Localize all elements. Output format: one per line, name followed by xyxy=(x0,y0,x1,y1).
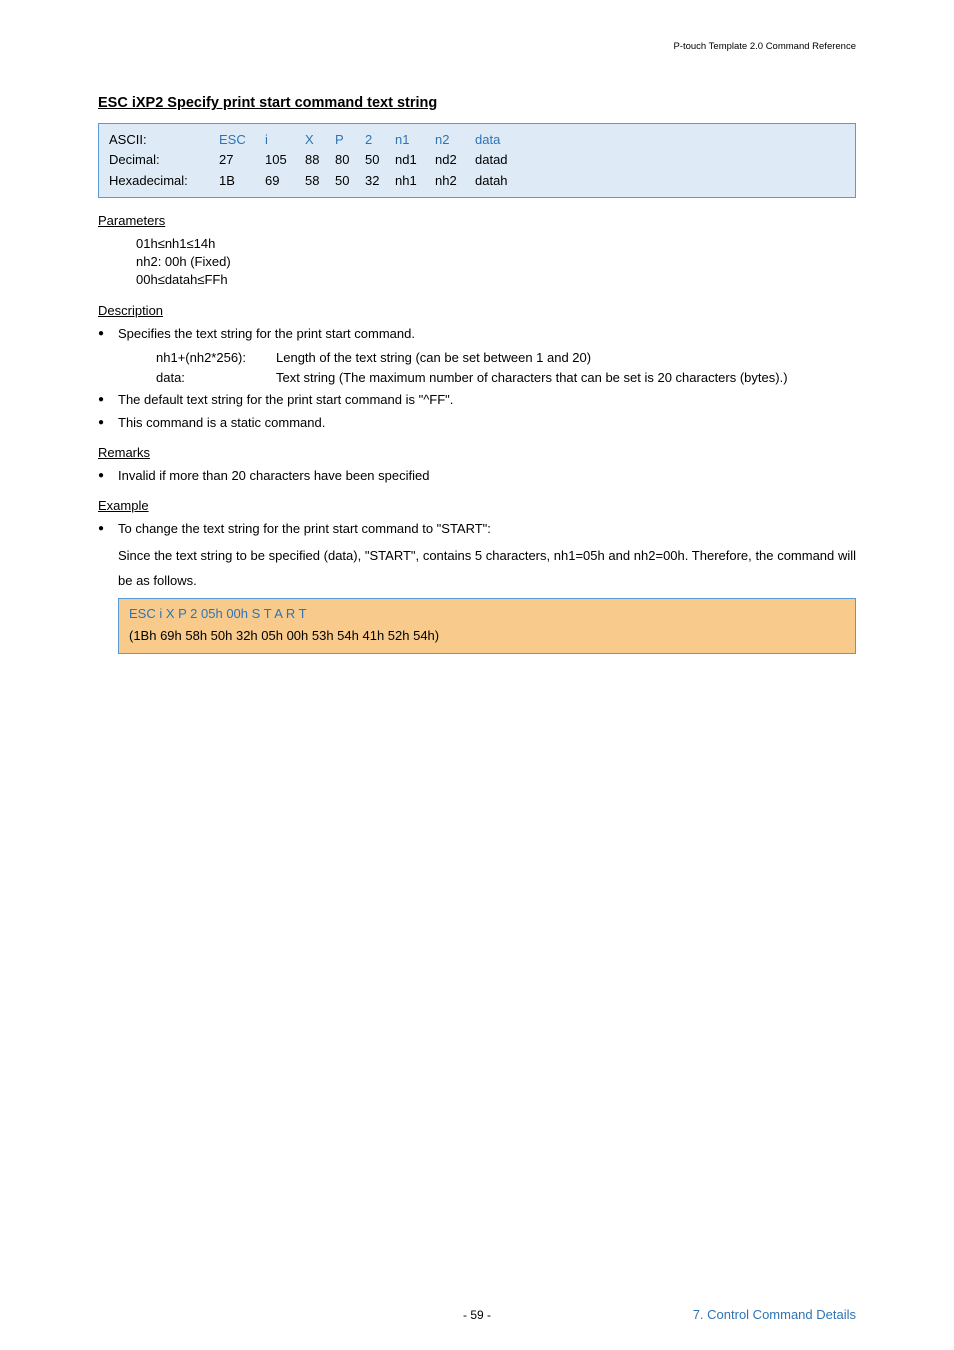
code-cell: 1B xyxy=(219,171,265,191)
code-cell: ESC xyxy=(219,130,265,150)
page-title: ESC iXP2 Specify print start command tex… xyxy=(98,93,856,113)
example-box-line2: (1Bh 69h 58h 50h 32h 05h 00h 53h 54h 41h… xyxy=(129,628,439,643)
code-cell: 69 xyxy=(265,171,305,191)
code-cell: 58 xyxy=(305,171,335,191)
code-cell: nd2 xyxy=(435,150,475,170)
code-cell: datad xyxy=(475,150,525,170)
command-code-box: ASCII:ESCiXP2n1n2dataDecimal:27105888050… xyxy=(98,123,856,198)
example-list: To change the text string for the print … xyxy=(98,520,856,594)
remarks-list: Invalid if more than 20 characters have … xyxy=(98,467,856,485)
code-cell: 50 xyxy=(365,150,395,170)
code-cell: 105 xyxy=(265,150,305,170)
code-cell: 2 xyxy=(365,130,395,150)
description-heading: Description xyxy=(98,302,856,320)
parameters-heading: Parameters xyxy=(98,212,856,230)
description-list: Specifies the text string for the print … xyxy=(98,325,856,432)
desc-kv1-val: Length of the text string (can be set be… xyxy=(276,349,856,367)
code-row-label: Decimal: xyxy=(109,150,219,170)
code-table: ASCII:ESCiXP2n1n2dataDecimal:27105888050… xyxy=(109,130,525,191)
desc-kv2-val: Text string (The maximum number of chara… xyxy=(276,369,856,387)
code-row: Decimal:27105888050nd1nd2datad xyxy=(109,150,525,170)
code-cell: i xyxy=(265,130,305,150)
desc-bullet-3-text: This command is a static command. xyxy=(118,415,325,430)
footer: - 59 - 7. Control Command Details xyxy=(0,1307,954,1324)
example-box-line1: ESC i X P 2 05h 00h S T A R T xyxy=(129,605,845,623)
desc-bullet-1-text: Specifies the text string for the print … xyxy=(118,326,415,341)
desc-bullet-2-text: The default text string for the print st… xyxy=(118,392,453,407)
code-cell: nh2 xyxy=(435,171,475,191)
example-code-box: ESC i X P 2 05h 00h S T A R T (1Bh 69h 5… xyxy=(118,598,856,654)
desc-bullet-1: Specifies the text string for the print … xyxy=(98,325,856,388)
param-line-1: 01h≤nh1≤14h xyxy=(136,235,856,253)
desc-bullet-2: The default text string for the print st… xyxy=(98,391,856,409)
desc-kv1-key: nh1+(nh2*256): xyxy=(156,349,276,367)
example-bullet-1: To change the text string for the print … xyxy=(98,520,856,594)
code-cell: n1 xyxy=(395,130,435,150)
code-cell: datah xyxy=(475,171,525,191)
param-line-3: 00h≤datah≤FFh xyxy=(136,271,856,289)
example-bullet-1-text: To change the text string for the print … xyxy=(118,521,491,536)
code-row-label: Hexadecimal: xyxy=(109,171,219,191)
desc-bullet-3: This command is a static command. xyxy=(98,414,856,432)
example-heading: Example xyxy=(98,497,856,515)
desc-kv2-key: data: xyxy=(156,369,276,387)
code-cell: X xyxy=(305,130,335,150)
code-row: ASCII:ESCiXP2n1n2data xyxy=(109,130,525,150)
example-para: Since the text string to be specified (d… xyxy=(118,544,856,593)
code-cell: 80 xyxy=(335,150,365,170)
code-cell: P xyxy=(335,130,365,150)
code-cell: nh1 xyxy=(395,171,435,191)
code-row-label: ASCII: xyxy=(109,130,219,150)
code-row: Hexadecimal:1B69585032nh1nh2datah xyxy=(109,171,525,191)
code-cell: 88 xyxy=(305,150,335,170)
code-cell: data xyxy=(475,130,525,150)
footer-section: 7. Control Command Details xyxy=(693,1306,856,1324)
param-line-2: nh2: 00h (Fixed) xyxy=(136,253,856,271)
code-cell: 32 xyxy=(365,171,395,191)
code-cell: n2 xyxy=(435,130,475,150)
code-cell: 50 xyxy=(335,171,365,191)
remarks-bullet-1: Invalid if more than 20 characters have … xyxy=(98,467,856,485)
remarks-bullet-1-text: Invalid if more than 20 characters have … xyxy=(118,468,429,483)
code-cell: 27 xyxy=(219,150,265,170)
remarks-heading: Remarks xyxy=(98,444,856,462)
header-right: P-touch Template 2.0 Command Reference xyxy=(673,40,856,53)
code-cell: nd1 xyxy=(395,150,435,170)
